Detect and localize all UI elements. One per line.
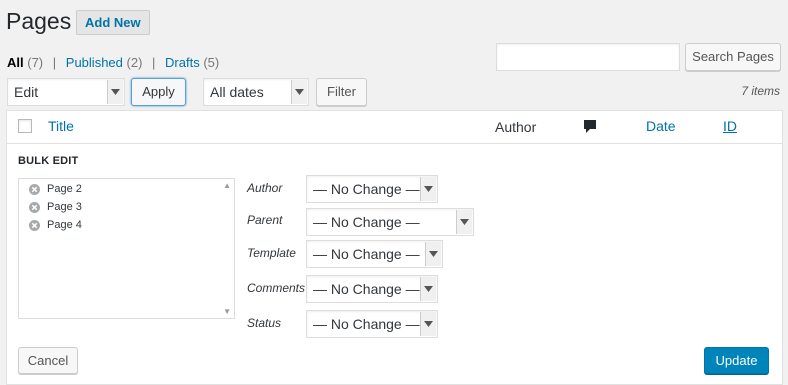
template-label: Template	[247, 246, 296, 260]
author-select[interactable]: — No Change —	[306, 175, 438, 203]
dates-filter-value: All dates	[210, 84, 264, 100]
column-id-sort[interactable]: ID	[723, 118, 737, 134]
remove-circle-icon[interactable]	[29, 201, 40, 213]
list-item-label: Page 2	[47, 183, 82, 195]
status-select[interactable]: — No Change —	[306, 310, 438, 338]
view-published-link[interactable]: Published	[66, 55, 123, 70]
chevron-down-icon	[107, 80, 123, 104]
column-author: Author	[495, 119, 537, 135]
parent-label: Parent	[247, 213, 283, 227]
remove-circle-icon[interactable]	[29, 183, 40, 195]
list-item: Page 3	[29, 201, 82, 213]
bulk-edit-items-list[interactable]: Page 2 Page 3 Page 4 ▲ ▼	[18, 178, 235, 319]
view-drafts-link[interactable]: Drafts	[165, 55, 200, 70]
view-all-count: (7)	[27, 55, 44, 70]
template-select-value: — No Change —	[313, 246, 420, 262]
scroll-up-icon[interactable]: ▲	[223, 181, 231, 190]
list-item: Page 2	[29, 183, 82, 195]
comments-select-value: — No Change —	[313, 281, 420, 297]
list-item: Page 4	[29, 219, 82, 231]
view-drafts-count: (5)	[203, 55, 220, 70]
author-select-value: — No Change —	[313, 181, 420, 197]
bulk-actions-select[interactable]: Edit	[7, 78, 125, 106]
list-item-label: Page 4	[47, 219, 82, 231]
bulk-actions-value: Edit	[14, 84, 39, 100]
list-item-label: Page 3	[47, 201, 82, 213]
column-date-sort[interactable]: Date	[646, 118, 676, 134]
cancel-button[interactable]: Cancel	[18, 347, 78, 374]
filter-button[interactable]: Filter	[316, 78, 367, 106]
column-title-sort[interactable]: Title	[48, 118, 74, 134]
template-select[interactable]: — No Change —	[306, 240, 443, 268]
view-published-count: (2)	[126, 55, 143, 70]
view-separator: |	[52, 55, 57, 70]
status-label: Status	[247, 316, 282, 330]
chevron-down-icon	[420, 277, 436, 301]
chevron-down-icon	[420, 312, 436, 336]
select-all-checkbox[interactable]	[18, 119, 32, 133]
search-pages-button[interactable]: Search Pages	[685, 43, 781, 71]
remove-circle-icon[interactable]	[29, 219, 40, 231]
chevron-down-icon	[425, 242, 441, 266]
parent-select-value: — No Change —	[313, 214, 420, 230]
comments-label: Comments	[247, 281, 306, 295]
scroll-down-icon[interactable]: ▼	[223, 307, 231, 316]
view-separator: |	[152, 55, 156, 70]
apply-button[interactable]: Apply	[131, 78, 186, 106]
status-filter-links: All (7) | Published (2) | Drafts (5)	[7, 55, 219, 71]
items-count: 7 items	[741, 84, 780, 98]
author-label: Author	[247, 181, 283, 195]
dates-filter-select[interactable]: All dates	[203, 78, 309, 106]
search-input[interactable]	[496, 43, 680, 71]
chevron-down-icon	[420, 177, 436, 201]
chevron-down-icon	[456, 210, 472, 234]
status-select-value: — No Change —	[313, 316, 420, 332]
page-title: Pages	[6, 8, 72, 34]
chevron-down-icon	[291, 80, 307, 104]
comment-bubble-icon[interactable]	[583, 119, 597, 137]
add-new-button[interactable]: Add New	[76, 10, 150, 35]
bulk-edit-heading: BULK EDIT	[18, 155, 79, 167]
comments-select[interactable]: — No Change —	[306, 275, 438, 303]
parent-select[interactable]: — No Change —	[306, 208, 474, 236]
view-all-link[interactable]: All	[7, 55, 24, 70]
update-button[interactable]: Update	[704, 347, 769, 374]
